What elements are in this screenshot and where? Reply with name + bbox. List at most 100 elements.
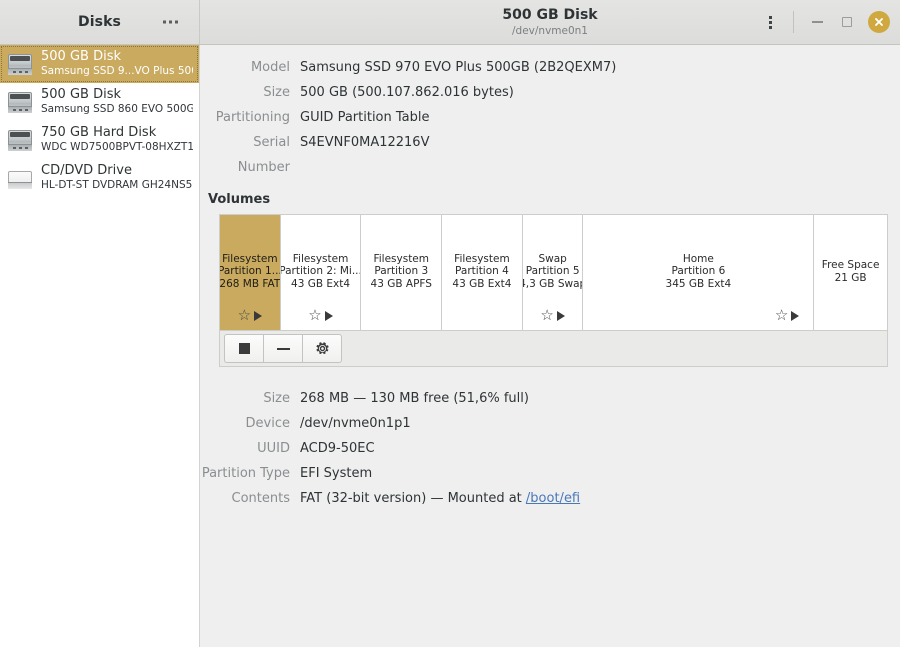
partition-line-1: Swap (538, 252, 567, 265)
contents-text: FAT (32-bit version) — Mounted at (300, 491, 526, 506)
field-value: S4EVNF0MA12216V (300, 135, 430, 150)
title-bar: Disks 500 GB Disk /dev/nvme0n1 (0, 0, 900, 45)
partition-line-3: 43 GB Ext4 (452, 277, 512, 290)
partition-line-3: 43 GB Ext4 (291, 277, 351, 290)
partition-line-2: Partition 2: Mi... (280, 265, 362, 278)
menu-dots-vertical-icon (768, 15, 772, 29)
disk-text: 500 GB Disk Samsung SSD 860 EVO 500GB (41, 88, 193, 115)
delete-partition-button[interactable] (263, 334, 302, 363)
minimize-button[interactable] (802, 7, 832, 37)
app-menu-button[interactable] (755, 7, 785, 37)
gear-icon (315, 342, 329, 355)
field-value: ACD9-50EC (300, 441, 375, 456)
drive-info-row: Model Samsung SSD 970 EVO Plus 500GB (2B… (200, 55, 900, 80)
field-label: Size (263, 85, 290, 100)
field-label: Serial Number (237, 135, 290, 175)
partition-labels: Home Partition 6 345 GB Ext4 (666, 253, 732, 290)
unmount-button[interactable] (224, 334, 263, 363)
partition-line-1: Home (682, 252, 714, 265)
disk-name: 500 GB Disk (41, 88, 121, 103)
play-triangle-icon[interactable] (324, 310, 333, 321)
partition-line-1: Filesystem (222, 252, 278, 265)
partition-segment-free-space[interactable]: Free Space 21 GB (814, 215, 887, 330)
partition-segment-3[interactable]: Filesystem Partition 3 43 GB APFS (361, 215, 443, 330)
close-icon (875, 18, 883, 26)
partition-info-row: Contents FAT (32-bit version) — Mounted … (200, 486, 900, 511)
partition-options-button[interactable] (302, 334, 342, 363)
partition-segment-4[interactable]: Filesystem Partition 4 43 GB Ext4 (442, 215, 523, 330)
minimize-icon (811, 21, 823, 23)
volumes-heading: Volumes (208, 192, 271, 207)
star-icon[interactable]: ☆ (308, 308, 321, 323)
partition-info-row: UUID ACD9-50EC (200, 436, 900, 461)
partition-labels: Filesystem Partition 2: Mi... 43 GB Ext4 (280, 252, 362, 290)
play-triangle-icon[interactable] (556, 310, 565, 321)
partition-actions: ☆ (238, 308, 263, 323)
partition-line-3: 345 GB Ext4 (665, 277, 732, 290)
sidebar-item-disk-3[interactable]: CD/DVD Drive HL-DT-ST DVDRAM GH24NS50 (0, 159, 199, 197)
disks-application-window: Disks 500 GB Disk /dev/nvme0n1 500 GB Di… (0, 0, 900, 647)
disk-name: 750 GB Hard Disk (41, 126, 157, 141)
field-label: Partitioning (215, 110, 290, 125)
drive-info-list: Model Samsung SSD 970 EVO Plus 500GB (2B… (200, 45, 900, 180)
disk-text: 500 GB Disk Samsung SSD 9...VO Plus 500G… (41, 50, 193, 77)
partition-line-3: 268 MB FAT (220, 277, 281, 290)
field-label: Contents (231, 491, 290, 506)
disk-model: WDC WD7500BPVT-08HXZT1 (41, 140, 193, 153)
sidebar-item-disk-0[interactable]: 500 GB Disk Samsung SSD 9...VO Plus 500G… (0, 45, 199, 83)
volume-action-buttons (224, 334, 342, 363)
disk-text: CD/DVD Drive HL-DT-ST DVDRAM GH24NS50 (41, 164, 193, 191)
close-button[interactable] (868, 11, 890, 33)
header-divider (793, 11, 794, 33)
play-triangle-icon[interactable] (791, 310, 800, 321)
hard-disk-icon (6, 50, 34, 78)
window-header: 500 GB Disk /dev/nvme0n1 (200, 0, 900, 44)
minus-icon (276, 347, 290, 350)
disk-model: Samsung SSD 860 EVO 500GB (41, 102, 193, 115)
field-label: Model (250, 60, 290, 75)
partition-bar: Filesystem Partition 1... 268 MB FAT ☆ F… (219, 214, 888, 331)
partition-line-2: Partition 1... (220, 265, 281, 278)
optical-drive-icon (6, 164, 34, 192)
star-icon[interactable]: ☆ (540, 308, 553, 323)
volumes-widget: Filesystem Partition 1... 268 MB FAT ☆ F… (219, 214, 888, 367)
field-value: GUID Partition Table (300, 110, 430, 125)
partition-labels: Free Space 21 GB (822, 259, 880, 284)
window-body: 500 GB Disk Samsung SSD 9...VO Plus 500G… (0, 45, 900, 647)
partition-actions: ☆ (775, 308, 800, 323)
partition-segment-2[interactable]: Filesystem Partition 2: Mi... 43 GB Ext4… (280, 215, 362, 330)
partition-segment-1[interactable]: Filesystem Partition 1... 268 MB FAT ☆ (220, 215, 281, 330)
partition-actions: ☆ (540, 308, 565, 323)
sidebar-title: Disks (78, 14, 121, 30)
partition-labels: Filesystem Partition 4 43 GB Ext4 (452, 253, 511, 290)
star-icon[interactable]: ☆ (238, 308, 251, 323)
partition-info-row: Size 268 MB — 130 MB free (51,6% full) (200, 386, 900, 411)
menu-dots-horizontal-icon[interactable] (160, 15, 181, 30)
field-value: 268 MB — 130 MB free (51,6% full) (300, 391, 529, 406)
partition-line-1: Filesystem (454, 252, 510, 265)
drive-info-row: Serial Number S4EVNF0MA12216V (200, 130, 900, 180)
partition-line-3: 43 GB APFS (370, 277, 432, 290)
window-controls (755, 7, 900, 37)
partition-line-1: Filesystem (373, 252, 429, 265)
partition-line-1: Filesystem (292, 252, 349, 265)
partition-segment-5[interactable]: Swap Partition 5 4,3 GB Swap ☆ (522, 215, 584, 330)
play-triangle-icon[interactable] (254, 310, 263, 321)
drive-info-row: Partitioning GUID Partition Table (200, 105, 900, 130)
mount-point-link[interactable]: /boot/efi (526, 491, 580, 506)
field-value: EFI System (300, 466, 373, 481)
field-value: 500 GB (500.107.862.016 bytes) (300, 85, 514, 100)
maximize-button[interactable] (832, 7, 862, 37)
partition-segment-6[interactable]: Home Partition 6 345 GB Ext4 ☆ (583, 215, 815, 330)
disk-model: Samsung SSD 9...VO Plus 500GB (41, 64, 193, 77)
stop-square-icon (238, 343, 250, 354)
partition-line-2: Partition 3 (374, 265, 429, 278)
volumes-toolbar (219, 331, 888, 367)
disk-model: HL-DT-ST DVDRAM GH24NS50 (41, 178, 193, 191)
field-label: Partition Type (201, 466, 290, 481)
sidebar-item-disk-1[interactable]: 500 GB Disk Samsung SSD 860 EVO 500GB (0, 83, 199, 121)
sidebar-item-disk-2[interactable]: 750 GB Hard Disk WDC WD7500BPVT-08HXZT1 (0, 121, 199, 159)
field-value: FAT (32-bit version) — Mounted at /boot/… (300, 486, 580, 511)
disk-text: 750 GB Hard Disk WDC WD7500BPVT-08HXZT1 (41, 126, 193, 153)
star-icon[interactable]: ☆ (775, 308, 788, 323)
